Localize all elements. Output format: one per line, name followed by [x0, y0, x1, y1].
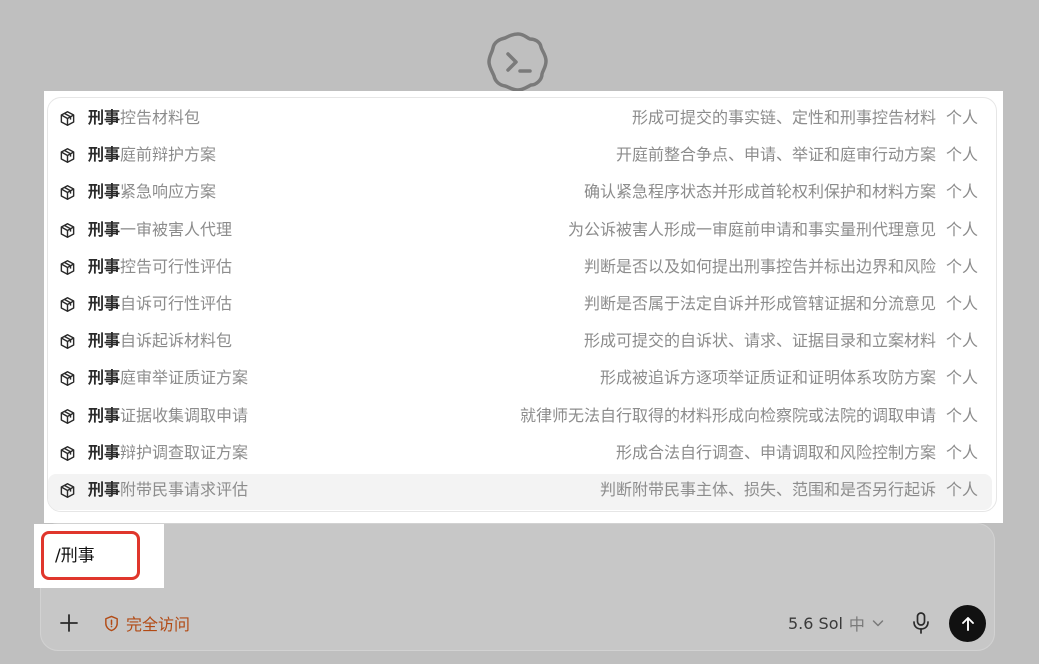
package-icon [60, 222, 75, 238]
skill-name: 刑事辩护调查取证方案 [88, 443, 248, 463]
app-root: 刑事控告材料包 形成可提交的事实链、定性和刑事控告材料 个人 刑事庭前辩护方案 开庭前整… [0, 0, 1039, 664]
package-icon [60, 148, 75, 164]
skill-name-rest: 控告可行性评估 [120, 256, 233, 276]
skill-name-keyword: 刑事 [88, 368, 121, 388]
skill-name-keyword: 刑事 [88, 145, 121, 165]
skill-name: 刑事控告材料包 [88, 108, 200, 128]
skill-suggestion-item[interactable]: 刑事庭审举证质证方案 形成被追诉方逐项举证质证和证明体系攻防方案 个人 [48, 360, 996, 396]
skill-scope: 个人 [946, 145, 979, 165]
skill-suggestion-item[interactable]: 刑事附带民事请求评估 判断附带民事主体、损失、范围和是否另行起诉 个人 [48, 472, 996, 510]
skill-name-keyword: 刑事 [88, 108, 121, 127]
skill-name-keyword: 刑事 [88, 256, 121, 276]
skill-name-rest: 自诉起诉材料包 [120, 331, 233, 351]
skill-name-keyword: 刑事 [88, 442, 121, 462]
package-icon [60, 185, 75, 201]
skill-description: 开庭前整合争点、申请、举证和庭审行动方案 [615, 145, 936, 165]
codex-cloud-terminal-icon [487, 32, 548, 92]
skill-name: 刑事附带民事请求评估 [88, 480, 248, 500]
skill-suggestion-item[interactable]: 刑事自诉可行性评估 判断是否属于法定自诉并形成管辖证据和分流意见 个人 [48, 286, 996, 322]
skill-suggestion-item[interactable]: 刑事辩护调查取证方案 形成合法自行调查、申请调取和风险控制方案 个人 [48, 435, 996, 471]
skill-scope: 个人 [946, 368, 979, 388]
send-button[interactable] [949, 605, 986, 642]
skill-description: 判断是否属于法定自诉并形成管辖证据和分流意见 [583, 294, 936, 313]
full-access-button[interactable]: 完全访问 [103, 612, 190, 634]
skill-name-keyword: 刑事 [88, 331, 121, 351]
skill-name-keyword: 刑事 [88, 182, 121, 202]
skill-suggestion-list: 刑事控告材料包 形成可提交的事实链、定性和刑事控告材料 个人 刑事庭前辩护方案 开庭前整… [47, 97, 997, 512]
package-icon [60, 482, 75, 499]
skill-name-keyword: 刑事 [88, 405, 121, 425]
skill-name-rest: 紧急响应方案 [120, 182, 217, 202]
skill-scope: 个人 [946, 182, 979, 202]
skill-name-keyword: 刑事 [88, 219, 121, 239]
skill-scope: 个人 [946, 256, 979, 276]
arrow-up-icon [961, 616, 974, 631]
chevron-down-icon [872, 620, 884, 627]
package-icon [60, 296, 75, 313]
skill-name: 刑事紧急响应方案 [88, 182, 216, 202]
skill-description: 为公诉被害人形成一审庭前申请和事实量刑代理意见 [567, 219, 936, 239]
skill-scope: 个人 [946, 480, 979, 499]
skill-name-rest: 庭前辩护方案 [120, 145, 217, 165]
skill-suggestion-item[interactable]: 刑事一审被害人代理 为公诉被害人形成一审庭前申请和事实量刑代理意见 个人 [48, 212, 996, 248]
skill-name-rest: 证据收集调取申请 [120, 405, 249, 425]
skill-name-rest: 自诉可行性评估 [120, 294, 233, 313]
model-name: 5.6 Sol [788, 613, 843, 633]
skill-name: 刑事庭审举证质证方案 [88, 368, 248, 388]
skill-suggestion-item[interactable]: 刑事控告可行性评估 判断是否以及如何提出刑事控告并标出边界和风险 个人 [48, 249, 996, 285]
skill-scope: 个人 [946, 405, 979, 425]
package-icon [60, 408, 75, 424]
composer-input[interactable]: /刑事 [55, 546, 95, 566]
package-icon [60, 334, 75, 350]
skill-name: 刑事控告可行性评估 [88, 257, 232, 277]
skill-description: 判断是否以及如何提出刑事控告并标出边界和风险 [583, 256, 936, 276]
skill-name: 刑事证据收集调取申请 [88, 406, 248, 426]
skill-scope: 个人 [946, 442, 979, 462]
package-icon [60, 445, 75, 461]
skill-scope: 个人 [946, 294, 979, 313]
skill-name: 刑事自诉可行性评估 [88, 294, 232, 314]
package-icon [60, 371, 75, 387]
skill-description: 形成合法自行调查、申请调取和风险控制方案 [615, 442, 936, 462]
full-access-label: 完全访问 [126, 615, 191, 634]
package-icon [60, 259, 75, 275]
skill-name-rest: 一审被害人代理 [120, 219, 233, 239]
skill-description: 形成可提交的自诉状、请求、证据目录和立案材料 [583, 331, 936, 351]
skill-description: 就律师无法自行取得的材料形成向检察院或法院的调取申请 [519, 405, 936, 425]
skill-name: 刑事一审被害人代理 [88, 220, 232, 240]
skill-suggestion-item[interactable]: 刑事庭前辩护方案 开庭前整合争点、申请、举证和庭审行动方案 个人 [48, 137, 996, 173]
skill-name: 刑事自诉起诉材料包 [88, 331, 232, 351]
skill-description: 确认紧急程序状态并形成首轮权利保护和材料方案 [583, 182, 936, 202]
add-attachment-button[interactable] [56, 610, 82, 636]
microphone-button[interactable] [910, 611, 932, 635]
package-icon [60, 110, 75, 127]
model-selector[interactable]: 5.6 Sol 中 [788, 612, 885, 634]
skill-name: 刑事庭前辩护方案 [88, 145, 216, 165]
skill-description: 形成被追诉方逐项举证质证和证明体系攻防方案 [599, 368, 936, 388]
skill-name-keyword: 刑事 [88, 294, 121, 313]
shield-alert-icon [105, 615, 118, 631]
skill-scope: 个人 [946, 331, 979, 351]
skill-suggestion-frame: 刑事控告材料包 形成可提交的事实链、定性和刑事控告材料 个人 刑事庭前辩护方案 开庭前整… [44, 91, 1003, 523]
skill-suggestion-item[interactable]: 刑事控告材料包 形成可提交的事实链、定性和刑事控告材料 个人 [48, 100, 996, 136]
skill-name-rest: 附带民事请求评估 [120, 480, 249, 499]
skill-name-rest: 辩护调查取证方案 [120, 442, 249, 462]
skill-name-keyword: 刑事 [88, 480, 121, 499]
skill-description: 形成可提交的事实链、定性和刑事控告材料 [631, 108, 936, 127]
skill-scope: 个人 [946, 108, 979, 127]
reasoning-level: 中 [848, 615, 865, 634]
skill-suggestion-item[interactable]: 刑事证据收集调取申请 就律师无法自行取得的材料形成向检察院或法院的调取申请 个人 [48, 398, 996, 434]
skill-description: 判断附带民事主体、损失、范围和是否另行起诉 [599, 480, 936, 499]
skill-name-rest: 庭审举证质证方案 [120, 368, 249, 388]
skill-suggestion-item[interactable]: 刑事紧急响应方案 确认紧急程序状态并形成首轮权利保护和材料方案 个人 [48, 174, 996, 210]
skill-suggestion-item[interactable]: 刑事自诉起诉材料包 形成可提交的自诉状、请求、证据目录和立案材料 个人 [48, 323, 996, 359]
skill-name-rest: 控告材料包 [120, 108, 201, 127]
skill-scope: 个人 [946, 219, 979, 239]
